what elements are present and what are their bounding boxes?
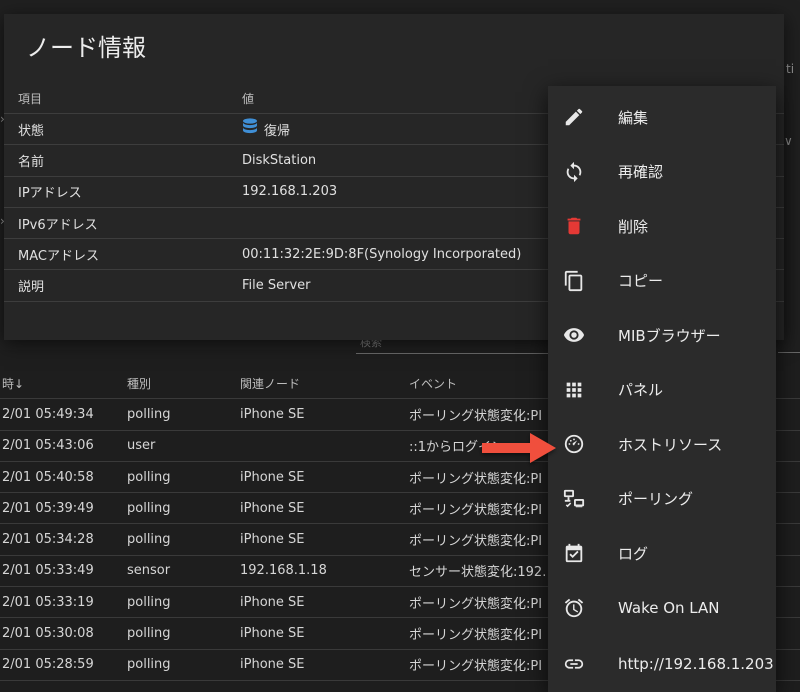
event-log-node: iPhone SE [240,469,305,485]
node-info-key: MACアドレス [18,248,99,264]
delete-icon [562,214,586,238]
background-fragment: ti [786,62,795,76]
column-type[interactable]: 種別 [127,375,240,392]
menu-item-label: ログ [618,544,649,563]
event-log-time: 2/01 05:28:59 [2,657,94,673]
background-chevron: ∨ [784,134,793,148]
node-info-key: 説明 [18,280,45,296]
event-log-type: polling [127,594,171,610]
sync-icon [562,160,586,184]
alarm-icon [562,596,586,620]
column-time[interactable]: 時↓ [0,375,127,392]
database-icon [242,118,258,140]
node-info-value-text: 192.168.1.203 [242,184,338,200]
link-icon [562,652,586,676]
polling-icon [562,487,586,511]
event-log-type: polling [127,469,171,485]
dialog-title: ノード情報 [26,34,146,62]
event-log-time: 2/01 05:34:28 [2,532,94,548]
menu-item-edit[interactable]: 編集 [548,90,776,145]
event-log-node: iPhone SE [240,500,305,516]
event-log-type: polling [127,532,171,548]
event-log-node: iPhone SE [240,657,305,673]
event-log-time: 2/01 05:43:06 [2,438,94,454]
event-log-type: user [127,438,156,454]
menu-item-label: Wake On LAN [618,598,720,617]
menu-item-label: 削除 [618,217,649,236]
node-info-key: 名前 [18,154,45,170]
menu-item-gauge[interactable]: ホストリソース [548,417,776,472]
grid-icon [562,378,586,402]
event-log-type: polling [127,500,171,516]
event-log-type: sensor [127,563,171,579]
event-log-type: polling [127,657,171,673]
event-log-time: 2/01 05:40:58 [2,469,94,485]
node-info-key: IPv6アドレス [18,217,98,233]
menu-item-label: ポーリング [618,490,694,509]
node-info-key: IPアドレス [18,186,82,202]
menu-item-label: ホストリソース [618,435,723,454]
menu-item-eye[interactable]: MIBブラウザー [548,308,776,363]
gauge-icon [562,432,586,456]
event-log-time: 2/01 05:39:49 [2,500,94,516]
event-log-node: iPhone SE [240,626,305,642]
node-context-menu: 編集再確認削除コピー MIBブラウザー パネルホストリソース ポーリングログ Wake … [548,86,776,692]
node-info-key: 状態 [18,123,45,139]
event-log-time: 2/01 05:30:08 [2,626,94,642]
node-info-value-text: DiskStation [242,152,317,168]
menu-item-label: http://192.168.1.203 [618,655,774,674]
menu-item-sync[interactable]: 再確認 [548,145,776,200]
menu-item-polling[interactable]: ポーリング [548,472,776,527]
event-log-node: iPhone SE [240,406,305,422]
menu-item-label: 編集 [618,108,649,127]
event-log-time: 2/01 05:49:34 [2,406,94,422]
menu-item-grid[interactable]: パネル [548,363,776,418]
menu-item-copy[interactable]: コピー [548,254,776,309]
event-log-time: 2/01 05:33:19 [2,594,94,610]
calendar-icon [562,541,586,565]
eye-icon [562,323,586,347]
copy-icon [562,269,586,293]
background-divider [778,352,800,353]
menu-item-delete[interactable]: 削除 [548,199,776,254]
event-log-node: iPhone SE [240,532,305,548]
event-log-type: polling [127,406,171,422]
menu-item-alarm[interactable]: Wake On LAN [548,581,776,636]
menu-item-link[interactable]: http://192.168.1.203 [548,637,776,692]
menu-item-label: パネル [618,381,664,400]
menu-item-label: コピー [618,272,664,291]
node-info-value-text: File Server [242,278,311,294]
menu-item-label: MIBブラウザー [618,326,721,345]
node-info-value-text: 00:11:32:2E:9D:8F(Synology Incorporated) [242,246,522,262]
annotation-arrow [482,433,556,463]
event-log-node: iPhone SE [240,594,305,610]
event-log-node: 192.168.1.18 [240,563,327,579]
event-log-time: 2/01 05:33:49 [2,563,94,579]
column-node[interactable]: 関連ノード [240,375,409,392]
edit-icon [562,105,586,129]
menu-item-calendar[interactable]: ログ [548,526,776,581]
node-info-value-text: 復帰 [264,123,291,139]
column-key: 項目 [18,92,43,106]
event-log-type: polling [127,626,171,642]
menu-item-label: 再確認 [618,163,664,182]
